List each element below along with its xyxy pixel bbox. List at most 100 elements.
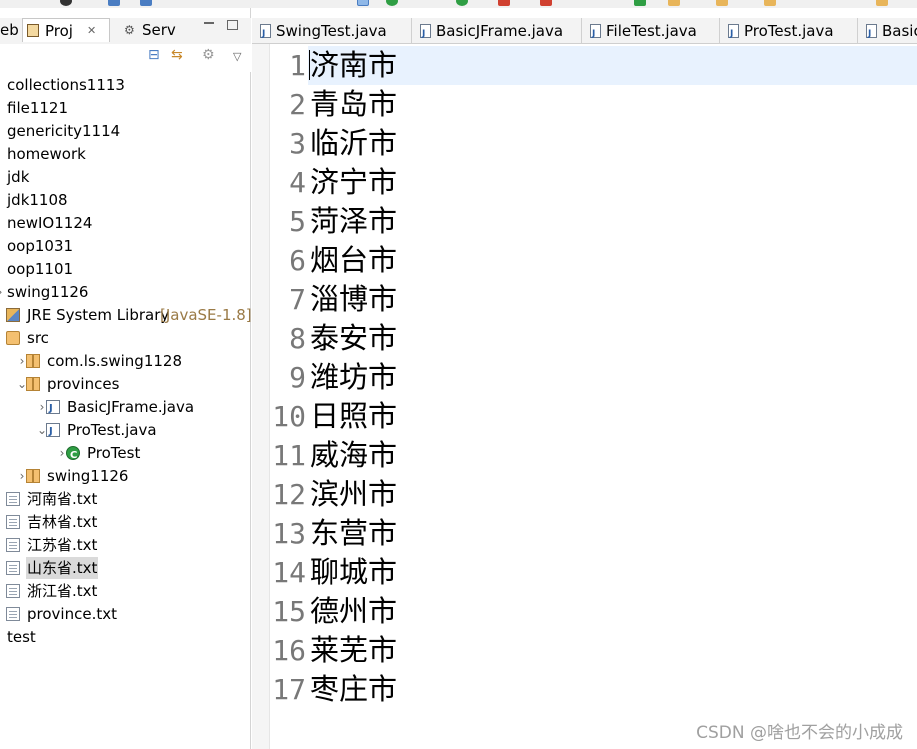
tree-item-label: swing1126 bbox=[7, 283, 89, 301]
tree-item[interactable]: jdk bbox=[0, 166, 250, 188]
tree-item[interactable]: ›ProTest bbox=[0, 442, 250, 467]
text-file-icon bbox=[6, 607, 20, 621]
editor-line-text[interactable]: 莱芜市 bbox=[310, 631, 397, 670]
tab-web[interactable]: eb bbox=[0, 18, 19, 42]
close-icon[interactable]: ✕ bbox=[87, 19, 96, 43]
tab-label: Proj bbox=[45, 22, 73, 40]
toolbar-icon[interactable] bbox=[140, 0, 152, 6]
line-number: 2 bbox=[289, 88, 306, 121]
toolbar-icon[interactable] bbox=[108, 0, 120, 6]
line-number: 8 bbox=[289, 322, 306, 355]
tree-item[interactable]: 吉林省.txt bbox=[0, 511, 250, 533]
editor-line-text[interactable]: 菏泽市 bbox=[310, 202, 397, 241]
editor-tab[interactable]: ProTest.java bbox=[720, 18, 858, 47]
tab-label: eb bbox=[0, 21, 19, 39]
library-icon bbox=[6, 308, 20, 322]
line-number: 16 bbox=[272, 634, 306, 667]
run-debug-icon[interactable] bbox=[386, 0, 398, 6]
toolbar-icon[interactable] bbox=[498, 0, 510, 6]
editor-line-text[interactable]: 济宁市 bbox=[310, 163, 397, 202]
tree-item-label: genericity1114 bbox=[7, 122, 121, 140]
run-icon[interactable] bbox=[634, 0, 646, 6]
tree-item-label: 吉林省.txt bbox=[27, 513, 98, 531]
tree-item[interactable]: jdk1108 bbox=[0, 189, 250, 211]
link-with-editor-icon[interactable]: ⇆ bbox=[171, 47, 183, 63]
run-icon[interactable] bbox=[456, 0, 468, 6]
tree-item[interactable]: test bbox=[0, 626, 250, 648]
tree-item[interactable]: 山东省.txt bbox=[0, 557, 250, 579]
tree-item[interactable]: 河南省.txt bbox=[0, 488, 250, 510]
editor-tab[interactable]: Basic bbox=[858, 18, 917, 44]
tree-item-label: file1121 bbox=[7, 99, 69, 117]
tree-item-label: 山东省.txt bbox=[26, 557, 99, 579]
tree-item[interactable]: collections1113 bbox=[0, 74, 250, 96]
tree-item[interactable]: oop1101 bbox=[0, 258, 250, 280]
editor-line-text[interactable]: 烟台市 bbox=[310, 241, 397, 280]
toolbar-icon[interactable] bbox=[540, 0, 552, 6]
tree-item[interactable]: file1121 bbox=[0, 97, 250, 119]
editor-line-text[interactable]: 泰安市 bbox=[310, 319, 397, 358]
tree-item[interactable]: newIO1124 bbox=[0, 212, 250, 234]
text-file-icon bbox=[6, 515, 20, 529]
tree-item[interactable]: ›swing1126 bbox=[0, 281, 250, 303]
editor-tab-label: Basic bbox=[882, 22, 917, 40]
tree-item-label: ProTest bbox=[87, 444, 141, 462]
editor-tab[interactable]: FileTest.java bbox=[582, 18, 720, 47]
package-icon bbox=[26, 469, 40, 483]
tab-servers[interactable]: ⚙ Serv bbox=[120, 18, 184, 42]
tab-label: Serv bbox=[142, 21, 176, 39]
tree-item[interactable]: province.txt bbox=[0, 603, 250, 625]
editor-line-text[interactable]: 滨州市 bbox=[310, 475, 397, 514]
tree-item[interactable]: genericity1114 bbox=[0, 120, 250, 142]
toolbar-icon[interactable] bbox=[60, 0, 72, 6]
line-number: 1 bbox=[289, 49, 306, 82]
java-file-icon bbox=[728, 21, 739, 47]
current-line-highlight bbox=[308, 46, 917, 85]
focus-icon[interactable]: ⚙ bbox=[202, 47, 215, 63]
view-menu-icon[interactable]: ▽ bbox=[233, 50, 241, 63]
toolbar-icon[interactable] bbox=[764, 0, 776, 6]
folder-icon[interactable] bbox=[668, 0, 680, 6]
toolbar-icon[interactable] bbox=[716, 0, 728, 6]
tree-item-label: oop1031 bbox=[7, 237, 74, 255]
tree-item[interactable]: ›BasicJFrame.java bbox=[0, 396, 250, 420]
line-number: 9 bbox=[289, 361, 306, 394]
editor-tab[interactable]: BasicJFrame.java bbox=[412, 18, 582, 47]
tree-item[interactable]: ›swing1126 bbox=[0, 465, 250, 487]
editor-line-text[interactable]: 济南市 bbox=[310, 46, 397, 85]
editor-line-text[interactable]: 威海市 bbox=[310, 436, 397, 475]
editor-line-text[interactable]: 德州市 bbox=[310, 592, 397, 631]
tree-item[interactable]: › com.ls.swing1128 bbox=[0, 350, 250, 372]
tree-item[interactable]: 江苏省.txt bbox=[0, 534, 250, 556]
tree-item[interactable]: oop1031 bbox=[0, 235, 250, 257]
editor-line-text[interactable]: 青岛市 bbox=[310, 85, 397, 124]
tree-item-label: com.ls.swing1128 bbox=[47, 352, 183, 370]
project-explorer-icon bbox=[27, 24, 39, 37]
editor-tab[interactable]: SwingTest.java bbox=[252, 18, 412, 47]
view-toolbar: ⊟ ⇆ ⚙ ▽ bbox=[0, 44, 251, 72]
servers-icon: ⚙ bbox=[124, 23, 135, 37]
editor-line-text[interactable]: 枣庄市 bbox=[310, 670, 397, 709]
tree-item[interactable]: ⌄ProTest.java bbox=[0, 419, 250, 443]
editor-line-text[interactable]: 临沂市 bbox=[310, 124, 397, 163]
collapse-all-icon[interactable]: ⊟ bbox=[148, 47, 160, 63]
editor-line-text[interactable]: 聊城市 bbox=[310, 553, 397, 592]
package-explorer-panel: eb Proj ✕ ⚙ Serv ⊟ ⇆ ⚙ ▽ collections1113… bbox=[0, 8, 252, 749]
tree-item-label: 江苏省.txt bbox=[27, 536, 98, 554]
tree-item[interactable]: 浙江省.txt bbox=[0, 580, 250, 602]
tree-item[interactable]: JRE System Library [JavaSE-1.8] bbox=[0, 304, 252, 326]
editor-line-text[interactable]: 日照市 bbox=[310, 397, 397, 436]
text-editor[interactable]: 1 济南市 2 青岛市 3 临沂市 4 济宁市 5 菏泽市 6 烟台市 7 淄博市 8 泰安市 9 潍坊市 10 日照… bbox=[252, 44, 917, 749]
toolbar-icon[interactable] bbox=[876, 0, 888, 6]
tree-item[interactable]: ⌄ provinces bbox=[0, 373, 250, 395]
editor-line-text[interactable]: 潍坊市 bbox=[310, 358, 397, 397]
tree-item[interactable]: src bbox=[0, 327, 250, 349]
maximize-icon[interactable] bbox=[227, 20, 238, 30]
minimize-icon[interactable] bbox=[204, 22, 214, 24]
tab-project-explorer[interactable]: Proj ✕ bbox=[22, 18, 110, 42]
line-number: 6 bbox=[289, 244, 306, 277]
tree-item[interactable]: homework bbox=[0, 143, 250, 165]
editor-line-text[interactable]: 淄博市 bbox=[310, 280, 397, 319]
toolbar-icon[interactable] bbox=[357, 0, 369, 6]
editor-line-text[interactable]: 东营市 bbox=[310, 514, 397, 553]
